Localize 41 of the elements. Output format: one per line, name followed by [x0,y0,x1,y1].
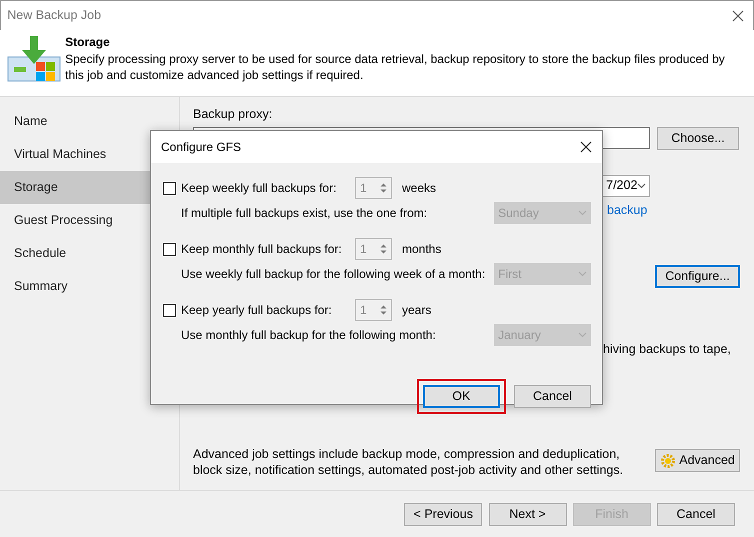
checkbox-label: Keep monthly full backups for: [181,241,343,258]
checkbox-label: Keep yearly full backups for: [181,302,333,319]
description-text: hiving backups to tape, [603,340,732,358]
field-label: Backup proxy: [193,106,274,123]
unit-label: years [402,302,432,319]
link-text[interactable]: backup [607,200,754,220]
window-title: New Backup Job [7,7,102,24]
spin-arrows-icon[interactable] [379,303,388,317]
unit-label: weeks [402,180,436,197]
option-label: Use weekly full backup for the following week of a month: [181,266,486,283]
dialog-title: Configure GFS [161,139,242,156]
wizard-button[interactable]: < Previous [404,502,482,526]
close-icon[interactable] [732,10,744,22]
chevron-icon [637,182,646,189]
cancel-button[interactable]: Cancel [514,385,591,408]
close-icon[interactable] [580,141,592,153]
repository-dropdown[interactable]: 7/202 [602,174,650,197]
option-label: Use monthly full backup for the following month: [181,327,437,344]
chevron-icon [578,271,587,277]
wizard-button[interactable]: Cancel [657,502,735,526]
gear-icon [660,452,676,469]
spin-arrows-icon[interactable] [379,181,388,195]
chevron-icon [578,210,587,216]
configure-button[interactable]: Configure... [655,264,740,288]
chevron-icon [578,332,587,338]
header-title: Storage [65,34,111,52]
unit-label: months [402,241,442,258]
option-label: If multiple full backups exist, use the one from: [181,205,428,222]
dropdown-value: 7/202 [606,177,638,194]
advanced-description: Advanced job settings include backup mode, compression and deduplication, block size, notification settings, automated post-job activity and other settings. [193,446,624,478]
wizard-step[interactable]: Name [0,105,179,138]
choose-button[interactable]: Choose... [657,126,739,150]
ok-button[interactable]: OK [422,385,500,408]
header-description: Specify processing proxy server to be used for source data retrieval, backup repository to store the backup files produced by this job and customize advanced job settings if required. [65,51,726,84]
checkbox[interactable] [163,182,176,194]
checkbox-label: Keep weekly full backups for: [181,180,338,197]
wizard-button[interactable]: Next > [488,502,566,526]
advanced-button[interactable]: Advanced [655,449,740,472]
spin-arrows-icon[interactable] [379,242,388,256]
checkbox[interactable] [163,304,176,316]
checkbox[interactable] [163,242,176,256]
